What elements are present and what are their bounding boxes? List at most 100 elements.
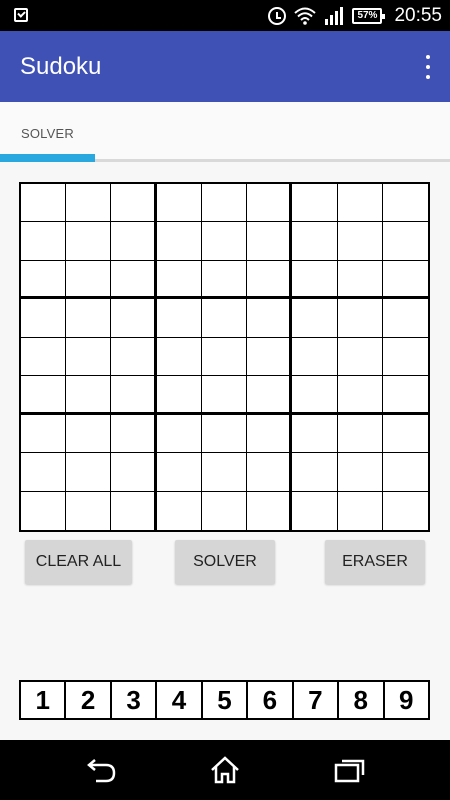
grid-cell-r2c3[interactable]: [111, 222, 157, 261]
grid-cell-r5c8[interactable]: [338, 338, 383, 376]
grid-cell-r5c2[interactable]: [66, 338, 111, 376]
grid-cell-r6c6[interactable]: [247, 376, 292, 415]
grid-cell-r3c3[interactable]: [111, 261, 157, 299]
grid-cell-r7c9[interactable]: [383, 415, 428, 453]
grid-cell-r1c5[interactable]: [202, 184, 247, 222]
grid-cell-r7c1[interactable]: [21, 415, 66, 453]
grid-cell-r8c1[interactable]: [21, 453, 66, 492]
grid-cell-r6c5[interactable]: [202, 376, 247, 415]
grid-cell-r6c8[interactable]: [338, 376, 383, 415]
tab-solver[interactable]: SOLVER: [21, 126, 74, 141]
grid-cell-r9c4[interactable]: [157, 492, 202, 530]
grid-cell-r2c5[interactable]: [202, 222, 247, 261]
grid-cell-r9c1[interactable]: [21, 492, 66, 530]
grid-cell-r1c8[interactable]: [338, 184, 383, 222]
grid-cell-r9c8[interactable]: [338, 492, 383, 530]
grid-cell-r8c5[interactable]: [202, 453, 247, 492]
grid-cell-r2c6[interactable]: [247, 222, 292, 261]
grid-cell-r3c9[interactable]: [383, 261, 428, 299]
number-key-4[interactable]: 4: [157, 682, 203, 718]
number-key-1[interactable]: 1: [21, 682, 67, 718]
grid-cell-r4c7[interactable]: [292, 299, 338, 338]
grid-cell-r8c7[interactable]: [292, 453, 338, 492]
overflow-menu-icon[interactable]: [424, 55, 432, 79]
grid-cell-r8c3[interactable]: [111, 453, 157, 492]
home-icon[interactable]: [208, 755, 242, 785]
grid-cell-r2c9[interactable]: [383, 222, 428, 261]
number-key-8[interactable]: 8: [339, 682, 385, 718]
grid-cell-r2c4[interactable]: [157, 222, 202, 261]
number-key-6[interactable]: 6: [248, 682, 294, 718]
eraser-button[interactable]: ERASER: [325, 540, 425, 584]
grid-cell-r9c7[interactable]: [292, 492, 338, 530]
grid-cell-r4c3[interactable]: [111, 299, 157, 338]
grid-cell-r3c2[interactable]: [66, 261, 111, 299]
grid-cell-r7c6[interactable]: [247, 415, 292, 453]
grid-cell-r8c4[interactable]: [157, 453, 202, 492]
number-key-5[interactable]: 5: [203, 682, 249, 718]
grid-cell-r3c5[interactable]: [202, 261, 247, 299]
number-key-7[interactable]: 7: [294, 682, 340, 718]
grid-cell-r5c7[interactable]: [292, 338, 338, 376]
grid-cell-r7c4[interactable]: [157, 415, 202, 453]
grid-cell-r5c1[interactable]: [21, 338, 66, 376]
grid-cell-r4c4[interactable]: [157, 299, 202, 338]
grid-cell-r4c6[interactable]: [247, 299, 292, 338]
grid-cell-r8c9[interactable]: [383, 453, 428, 492]
grid-cell-r8c2[interactable]: [66, 453, 111, 492]
grid-cell-r7c8[interactable]: [338, 415, 383, 453]
recent-apps-icon[interactable]: [333, 755, 367, 785]
grid-cell-r1c7[interactable]: [292, 184, 338, 222]
grid-cell-r3c8[interactable]: [338, 261, 383, 299]
grid-cell-r5c9[interactable]: [383, 338, 428, 376]
grid-cell-r3c1[interactable]: [21, 261, 66, 299]
grid-cell-r9c2[interactable]: [66, 492, 111, 530]
grid-cell-r2c2[interactable]: [66, 222, 111, 261]
grid-cell-r8c6[interactable]: [247, 453, 292, 492]
back-icon[interactable]: [84, 755, 118, 785]
grid-cell-r9c6[interactable]: [247, 492, 292, 530]
grid-cell-r4c5[interactable]: [202, 299, 247, 338]
grid-cell-r2c8[interactable]: [338, 222, 383, 261]
number-key-3[interactable]: 3: [112, 682, 158, 718]
grid-cell-r7c5[interactable]: [202, 415, 247, 453]
grid-cell-r4c8[interactable]: [338, 299, 383, 338]
clear-all-button[interactable]: CLEAR ALL: [25, 540, 132, 584]
grid-cell-r6c3[interactable]: [111, 376, 157, 415]
grid-cell-r6c4[interactable]: [157, 376, 202, 415]
grid-cell-r2c7[interactable]: [292, 222, 338, 261]
grid-cell-r1c1[interactable]: [21, 184, 66, 222]
grid-cell-r1c6[interactable]: [247, 184, 292, 222]
grid-cell-r3c7[interactable]: [292, 261, 338, 299]
grid-cell-r8c8[interactable]: [338, 453, 383, 492]
sudoku-grid: [19, 182, 430, 532]
grid-cell-r5c3[interactable]: [111, 338, 157, 376]
grid-cell-r9c9[interactable]: [383, 492, 428, 530]
grid-cell-r7c2[interactable]: [66, 415, 111, 453]
grid-cell-r4c9[interactable]: [383, 299, 428, 338]
grid-cell-r5c6[interactable]: [247, 338, 292, 376]
solver-button[interactable]: SOLVER: [175, 540, 275, 584]
grid-cell-r1c2[interactable]: [66, 184, 111, 222]
grid-cell-r7c3[interactable]: [111, 415, 157, 453]
number-key-2[interactable]: 2: [66, 682, 112, 718]
grid-cell-r5c5[interactable]: [202, 338, 247, 376]
tab-bar: SOLVER: [0, 102, 450, 162]
grid-cell-r9c5[interactable]: [202, 492, 247, 530]
grid-cell-r4c1[interactable]: [21, 299, 66, 338]
grid-cell-r6c2[interactable]: [66, 376, 111, 415]
grid-cell-r3c6[interactable]: [247, 261, 292, 299]
grid-cell-r1c9[interactable]: [383, 184, 428, 222]
grid-cell-r6c1[interactable]: [21, 376, 66, 415]
grid-cell-r4c2[interactable]: [66, 299, 111, 338]
grid-cell-r1c3[interactable]: [111, 184, 157, 222]
grid-cell-r6c7[interactable]: [292, 376, 338, 415]
grid-cell-r2c1[interactable]: [21, 222, 66, 261]
grid-cell-r9c3[interactable]: [111, 492, 157, 530]
grid-cell-r6c9[interactable]: [383, 376, 428, 415]
grid-cell-r7c7[interactable]: [292, 415, 338, 453]
grid-cell-r5c4[interactable]: [157, 338, 202, 376]
number-key-9[interactable]: 9: [385, 682, 428, 718]
grid-cell-r3c4[interactable]: [157, 261, 202, 299]
grid-cell-r1c4[interactable]: [157, 184, 202, 222]
